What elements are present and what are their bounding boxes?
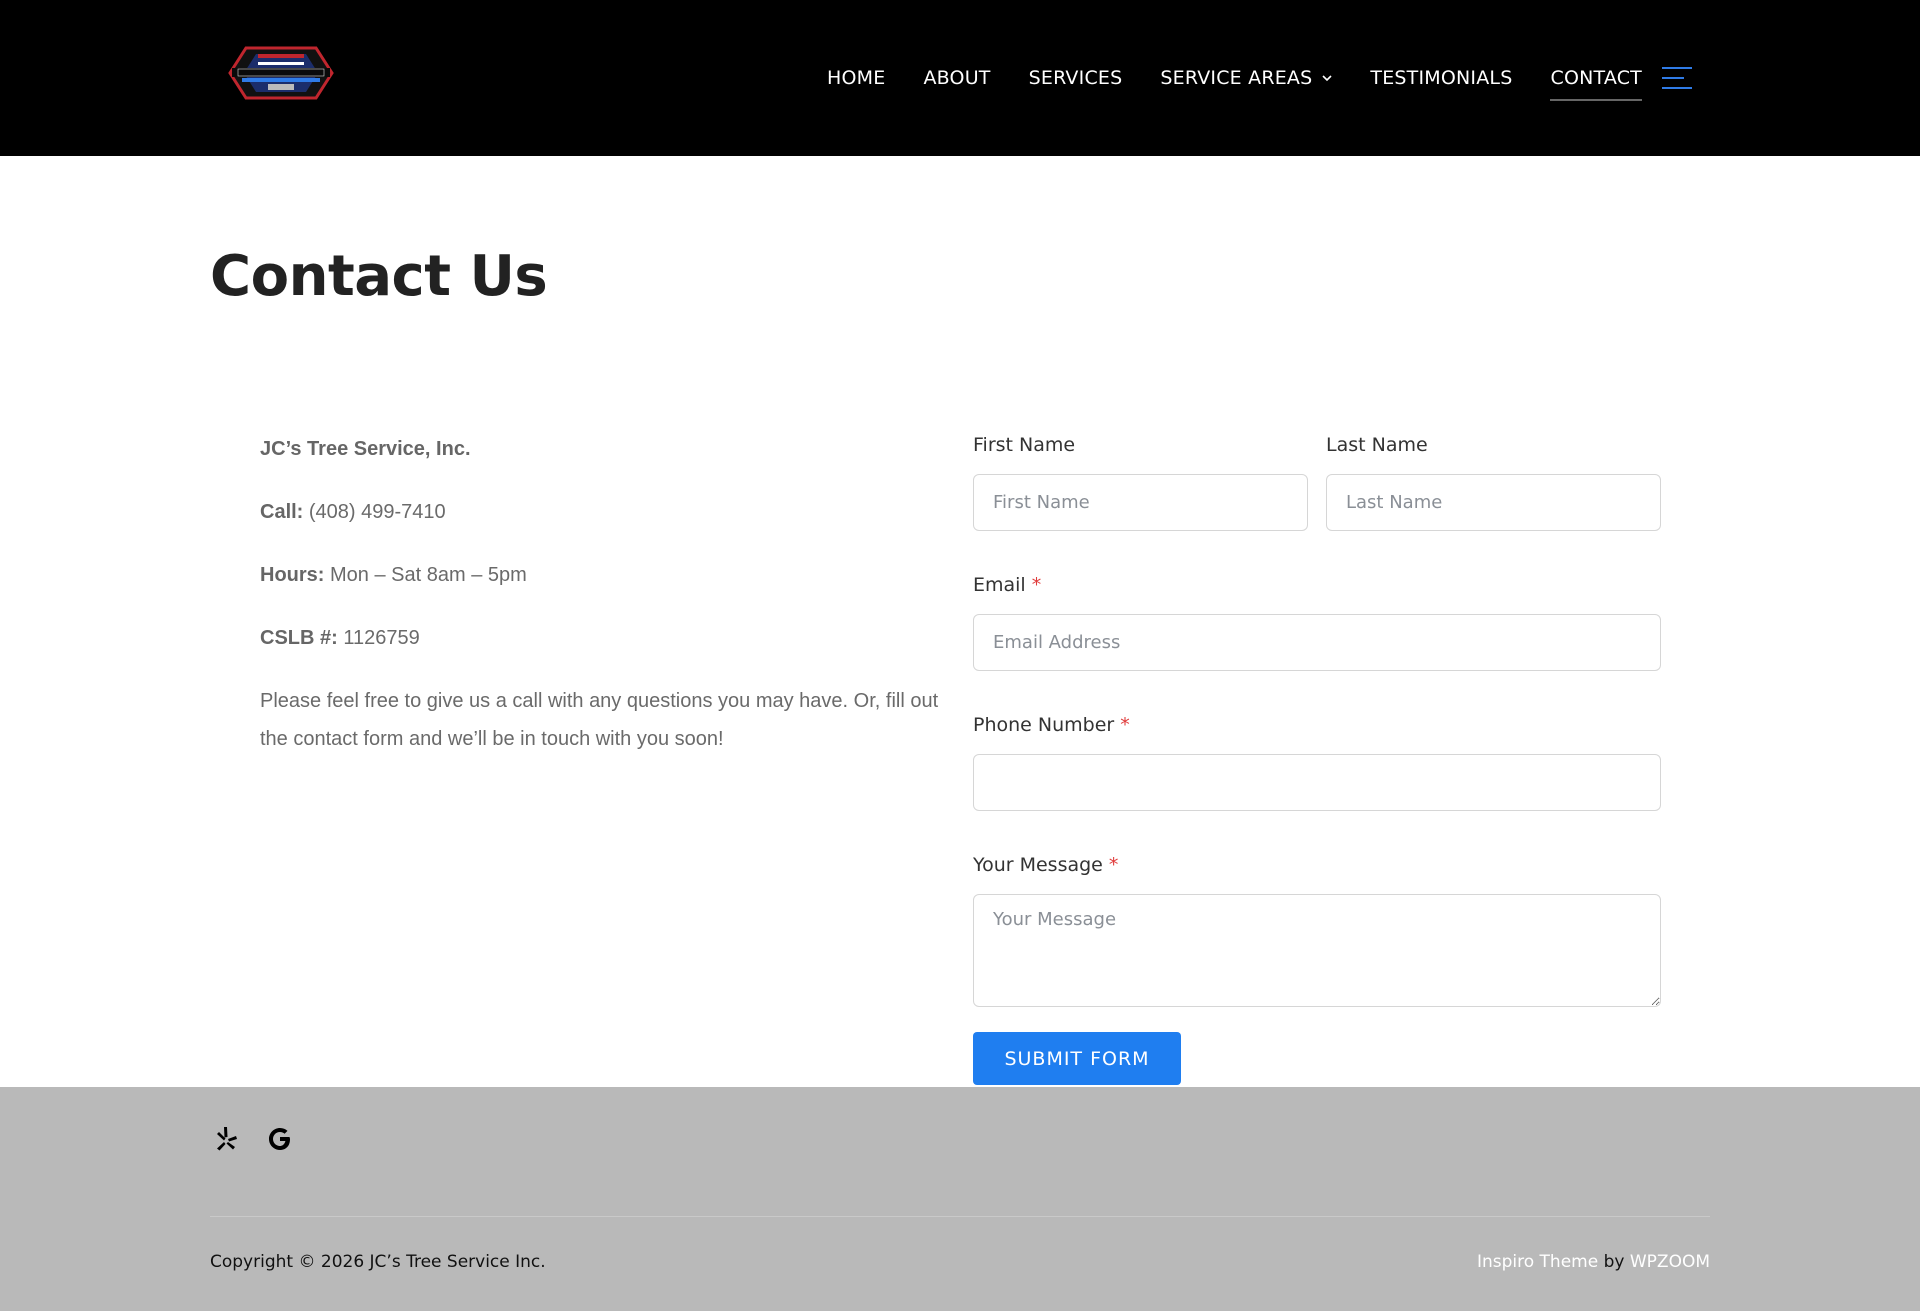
contact-form: First Name Last Name Email* Phone Number… [973,430,1661,1085]
hours-info: Hours: Mon – Sat 8am – 5pm [260,556,950,594]
submit-form-button[interactable]: SUBMIT FORM [973,1032,1181,1085]
google-link[interactable] [266,1125,294,1153]
phone-label: Phone Number * [973,710,1661,740]
page-title: Contact Us [210,244,548,309]
google-icon [269,1128,290,1150]
chevron-down-icon [1322,75,1332,82]
hours-value: Mon – Sat 8am – 5pm [324,564,527,586]
social-links [212,1125,320,1153]
copyright-text: Copyright © 2026 JC’s Tree Service Inc. [210,1252,546,1272]
cslb-info: CSLB #: 1126759 [260,619,950,657]
phone-input[interactable] [973,754,1661,811]
nav-about[interactable]: ABOUT [923,67,990,89]
required-mark: * [1120,714,1130,736]
company-name: JC’s Tree Service, Inc. [260,430,950,468]
last-name-input[interactable] [1326,474,1661,531]
message-label: Your Message * [973,850,1661,880]
contact-info: JC’s Tree Service, Inc. Call: (408) 499-… [260,430,950,783]
company-name-text: JC’s Tree Service, Inc. [260,438,471,460]
wpzoom-link[interactable]: WPZOOM [1630,1252,1710,1272]
footer-divider [210,1216,1710,1217]
cslb-value: 1126759 [337,627,420,649]
email-label: Email * [973,570,1661,600]
jcs-tree-service-logo-icon [228,46,334,100]
nav-contact-label: CONTACT [1550,67,1642,89]
credit-by-text: by [1598,1252,1630,1272]
main-nav: HOME ABOUT SERVICES SERVICE AREAS TESTIM… [789,0,1692,156]
nav-services[interactable]: SERVICES [1029,67,1123,89]
theme-credit: Inspiro Theme by WPZOOM [1477,1252,1710,1272]
hamburger-line [1662,77,1684,79]
first-name-group: First Name [973,430,1308,531]
hours-label: Hours: [260,564,325,586]
cslb-label: CSLB #: [260,627,338,649]
name-row: First Name Last Name [973,430,1661,531]
last-name-label: Last Name [1326,434,1428,456]
nav-service-areas-label: SERVICE AREAS [1160,67,1313,89]
last-name-group: Last Name [1326,430,1661,531]
required-mark: * [1108,854,1119,876]
phone-label-text: Phone Number [973,714,1115,736]
message-textarea[interactable] [973,894,1661,1007]
site-footer: Copyright © 2026 JC’s Tree Service Inc. … [0,1087,1920,1311]
phone-label: Call: [260,501,304,523]
nav-home-label: HOME [826,67,886,89]
site-header: HOME ABOUT SERVICES SERVICE AREAS TESTIM… [0,0,1920,156]
nav-home[interactable]: HOME [827,67,885,89]
phone-info: Call: (408) 499-7410 [260,493,950,531]
site-logo[interactable] [228,40,334,106]
yelp-icon [217,1127,237,1151]
message-label-text: Your Message [973,854,1103,876]
inspiro-theme-link[interactable]: Inspiro Theme [1477,1252,1598,1272]
phone-value[interactable]: (408) 499-7410 [303,501,446,523]
hamburger-icon[interactable] [1662,67,1692,89]
yelp-link[interactable] [212,1125,240,1153]
nav-testimonials[interactable]: TESTIMONIALS [1370,67,1512,89]
nav-testimonials-label: TESTIMONIALS [1370,67,1513,89]
nav-services-label: SERVICES [1028,67,1123,89]
nav-service-areas[interactable]: SERVICE AREAS [1160,67,1332,89]
required-mark: * [1031,574,1042,596]
email-input[interactable] [973,614,1661,671]
contact-message: Please feel free to give us a call with … [260,690,939,750]
nav-contact[interactable]: CONTACT [1550,67,1642,101]
first-name-input[interactable] [973,474,1308,531]
nav-about-label: ABOUT [923,67,991,89]
hamburger-line [1662,67,1692,69]
hamburger-line [1662,87,1692,89]
first-name-label: First Name [973,434,1076,456]
email-label-text: Email [973,574,1026,596]
